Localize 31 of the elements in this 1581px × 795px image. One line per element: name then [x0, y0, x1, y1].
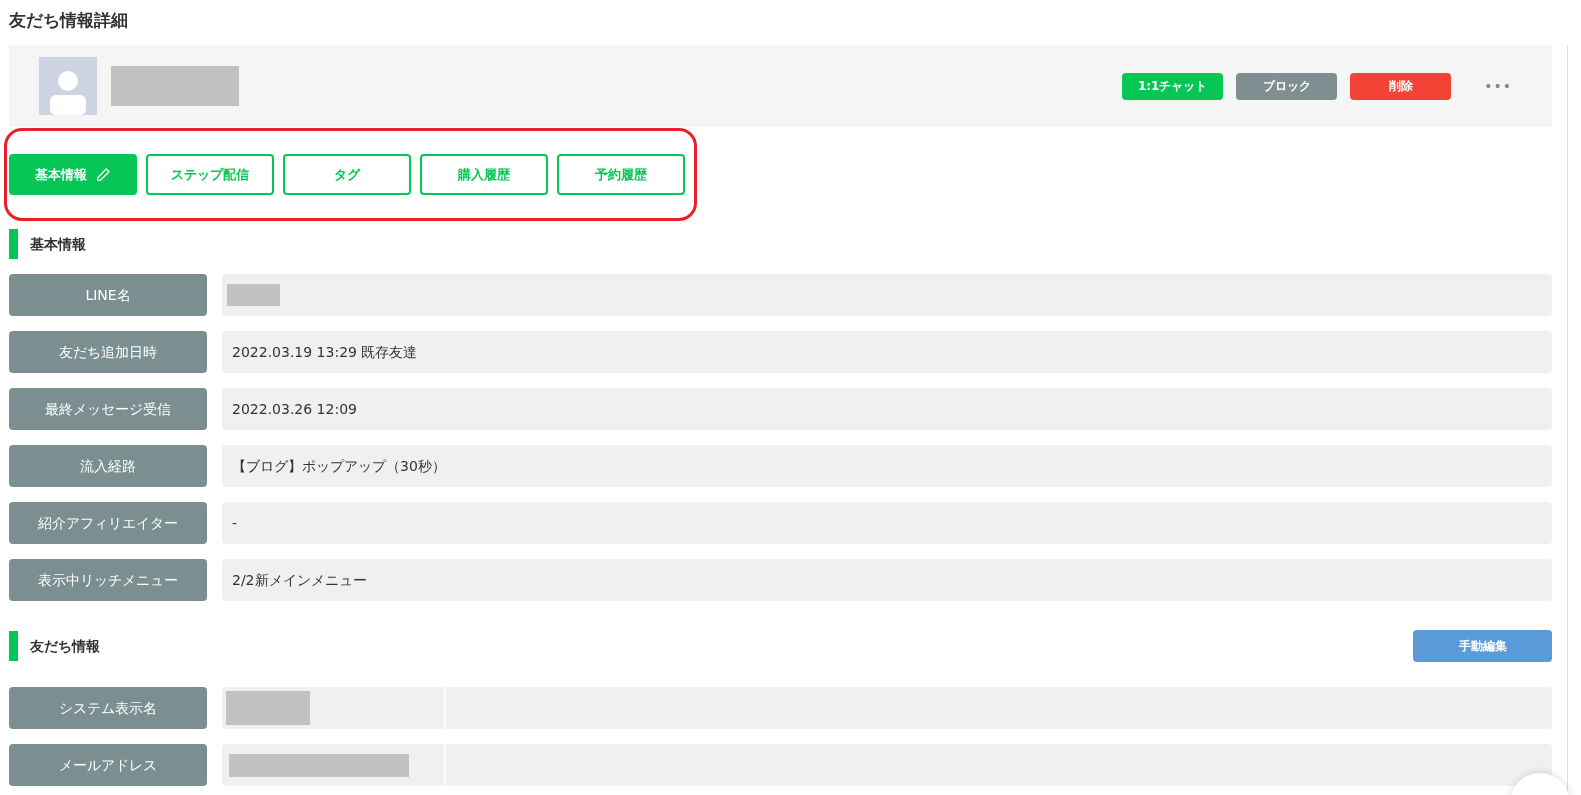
tab[interactable]: 予約履歴 [557, 154, 685, 195]
section-marker [9, 631, 18, 661]
field-value: 2022.03.26 12:09 [222, 388, 1552, 430]
tab[interactable]: 購入履歴 [420, 154, 548, 195]
section-marker [9, 229, 18, 259]
field-label: システム表示名 [9, 687, 207, 729]
field-value: 2/2新メインメニュー [222, 559, 1552, 601]
section-heading: 友だち情報 [30, 636, 100, 656]
section-heading: 基本情報 [30, 234, 86, 254]
avatar-silhouette-icon [39, 57, 97, 115]
field-value: 【ブログ】ポップアップ（30秒） [222, 445, 1552, 487]
field-label: LINE名 [9, 274, 207, 316]
field-label: 紹介アフィリエイター [9, 502, 207, 544]
field-label: 表示中リッチメニュー [9, 559, 207, 601]
action-button[interactable]: 削除 [1350, 72, 1452, 100]
redacted-block [227, 284, 280, 306]
field-label: 最終メッセージ受信 [9, 388, 207, 430]
action-button[interactable]: 1:1チャット [1122, 72, 1224, 100]
tab[interactable]: ステップ配信 [146, 154, 274, 195]
pencil-icon [95, 166, 111, 183]
field-label: 流入経路 [9, 445, 207, 487]
field-label: メールアドレス [9, 744, 207, 786]
field-label: 友だち追加日時 [9, 331, 207, 373]
tab[interactable]: 基本情報 [9, 154, 137, 195]
field-value: - [222, 502, 1552, 544]
page-title: 友だち情報詳細 [9, 9, 129, 32]
more-options-button[interactable]: ••• [1484, 75, 1512, 97]
field-value: 2022.03.19 13:29 既存友達 [222, 331, 1552, 373]
manual-edit-button[interactable]: 手動編集 [1413, 630, 1552, 662]
action-button[interactable]: ブロック [1236, 72, 1338, 100]
tab[interactable]: タグ [283, 154, 411, 195]
